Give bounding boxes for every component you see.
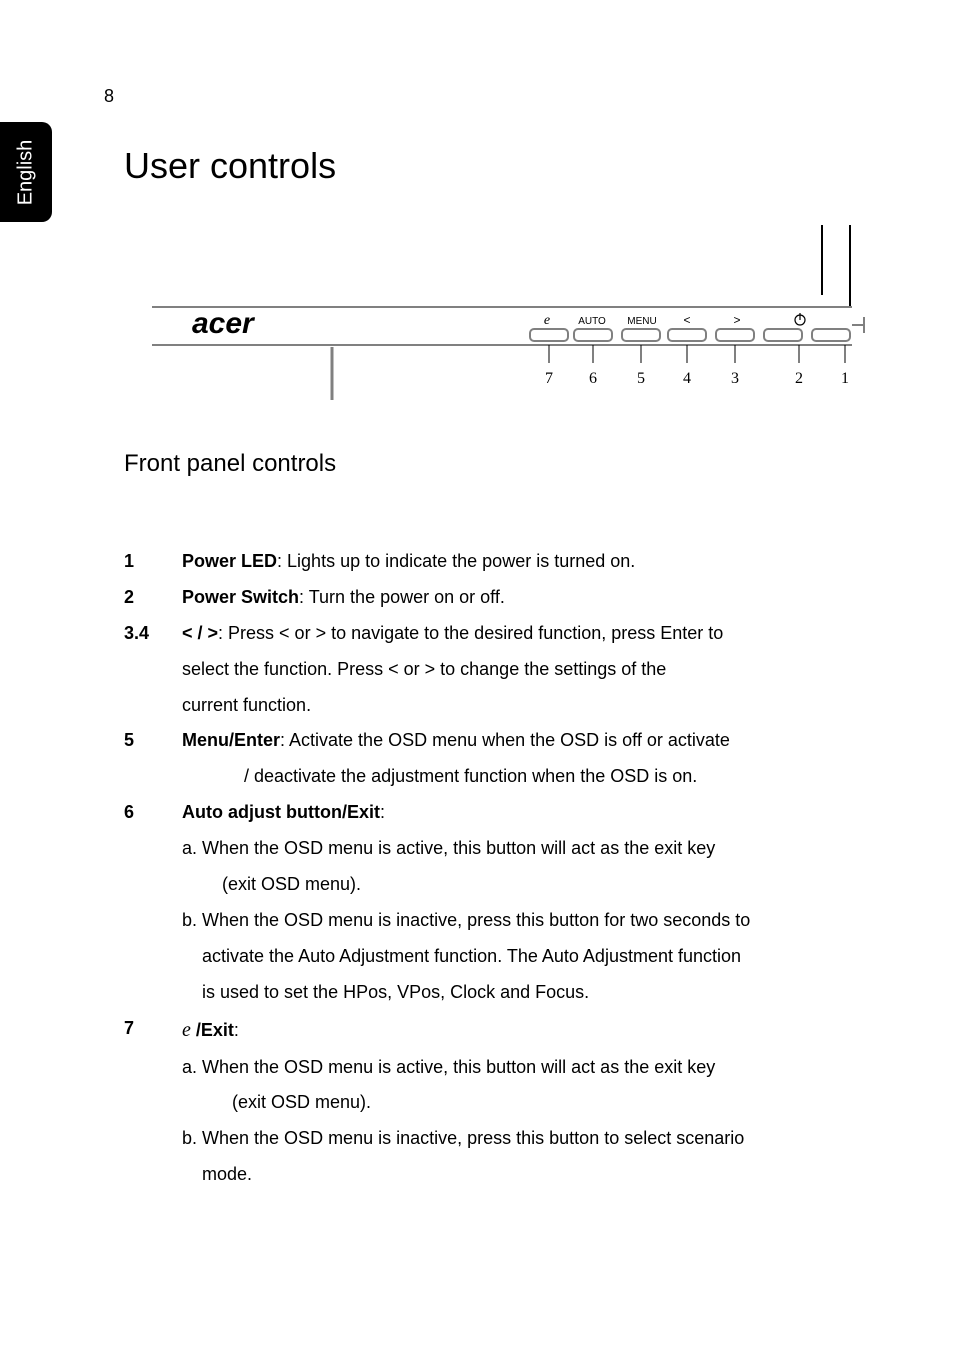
panel-diagram: acer e AUTO MENU < > 7 6 5 4 3 2 1	[152, 225, 872, 420]
diagram-num-1: 1	[841, 370, 849, 387]
item-number: 3.4	[124, 620, 182, 648]
item-continuation: mode.	[202, 1161, 874, 1189]
item-continuation: (exit OSD menu).	[222, 871, 874, 899]
button-row	[530, 329, 850, 341]
item-body: Power Switch: Turn the power on or off.	[182, 584, 874, 612]
item-body: Power LED: Lights up to indicate the pow…	[182, 548, 874, 576]
item-continuation: select the function. Press < or > to cha…	[182, 656, 874, 684]
list-item: 6 Auto adjust button/Exit:	[124, 799, 874, 827]
list-item: 1 Power LED: Lights up to indicate the p…	[124, 548, 874, 576]
item-continuation: (exit OSD menu).	[232, 1089, 874, 1117]
diagram-num-6: 6	[589, 370, 597, 387]
item-continuation: current function.	[182, 692, 874, 720]
main-heading: User controls	[124, 145, 336, 187]
item-sub-b: b. When the OSD menu is inactive, press …	[182, 907, 874, 935]
diagram-num-5: 5	[637, 370, 645, 387]
page-number: 8	[104, 86, 114, 107]
controls-list: 1 Power LED: Lights up to indicate the p…	[124, 548, 874, 1197]
list-item: 7 e /Exit:	[124, 1015, 874, 1046]
item-body: Auto adjust button/Exit:	[182, 799, 874, 827]
item-number: 2	[124, 584, 182, 612]
item-body: Menu/Enter: Activate the OSD menu when t…	[182, 727, 874, 755]
item-number: 5	[124, 727, 182, 755]
sub-heading: Front panel controls	[124, 450, 336, 478]
item-sub-a: a. When the OSD menu is active, this but…	[182, 1054, 874, 1082]
button-auto-label: AUTO	[578, 316, 606, 327]
language-label: English	[15, 139, 38, 205]
empower-icon: e	[182, 1019, 191, 1041]
button-e-label: e	[544, 313, 550, 328]
item-continuation: / deactivate the adjustment function whe…	[244, 763, 874, 791]
list-item: 2 Power Switch: Turn the power on or off…	[124, 584, 874, 612]
item-sub-a: a. When the OSD menu is active, this but…	[182, 835, 874, 863]
diagram-num-2: 2	[795, 370, 803, 387]
button-menu-label: MENU	[627, 316, 656, 327]
diagram-num-4: 4	[683, 370, 691, 387]
item-number: 6	[124, 799, 182, 827]
button-gt-label: >	[733, 313, 740, 327]
power-icon	[795, 313, 805, 325]
diagram-num-7: 7	[545, 370, 553, 387]
item-continuation: is used to set the HPos, VPos, Clock and…	[202, 979, 874, 1007]
item-number: 7	[124, 1015, 182, 1046]
item-number: 1	[124, 548, 182, 576]
brand-logo: acer	[192, 307, 256, 340]
list-item: 3.4 < / >: Press < or > to navigate to t…	[124, 620, 874, 648]
language-tab: English	[0, 122, 52, 222]
list-item: 5 Menu/Enter: Activate the OSD menu when…	[124, 727, 874, 755]
item-body: < / >: Press < or > to navigate to the d…	[182, 620, 874, 648]
item-sub-b: b. When the OSD menu is inactive, press …	[182, 1125, 874, 1153]
item-continuation: activate the Auto Adjustment function. T…	[202, 943, 874, 971]
button-lt-label: <	[683, 313, 690, 327]
item-body: e /Exit:	[182, 1015, 874, 1046]
diagram-num-3: 3	[731, 370, 739, 387]
